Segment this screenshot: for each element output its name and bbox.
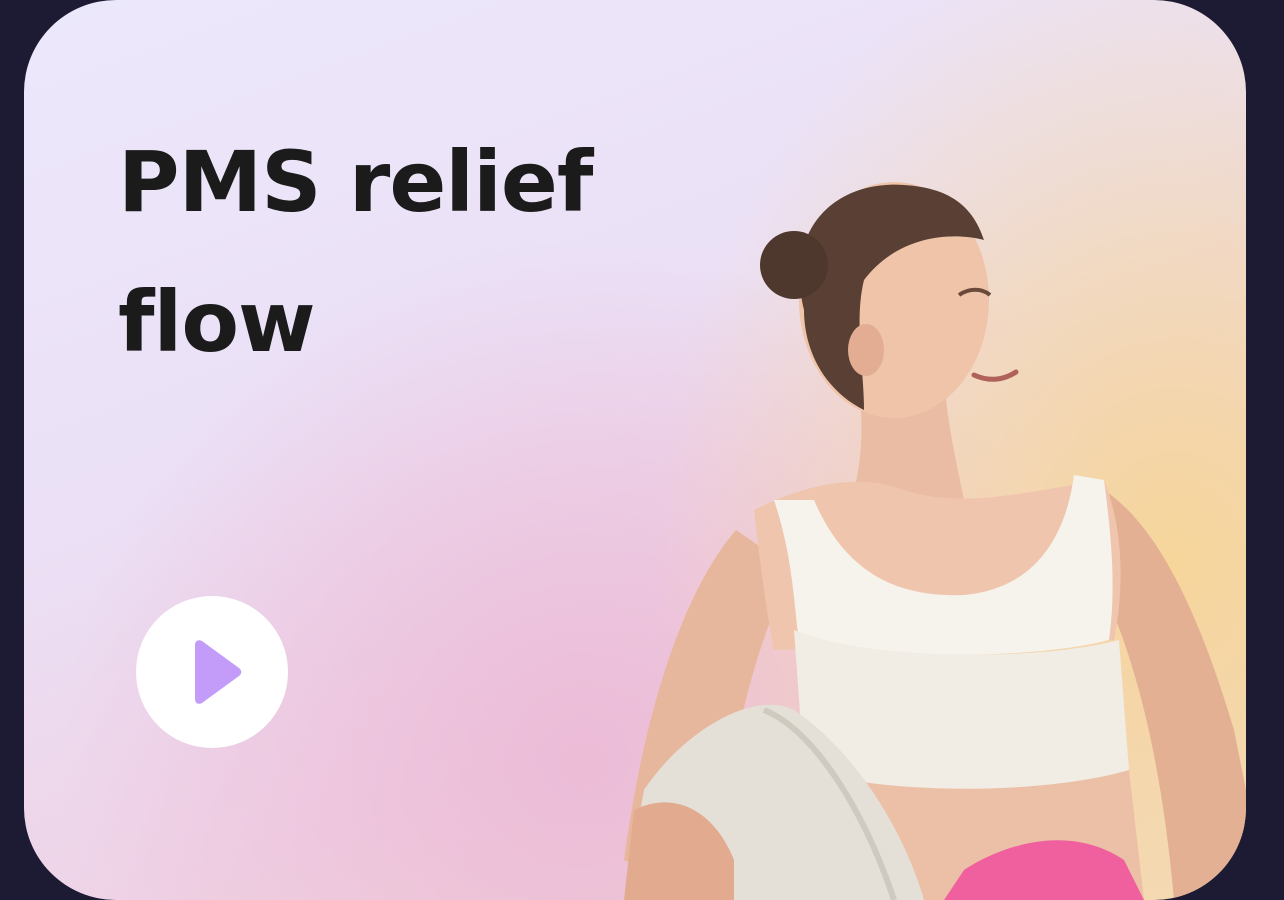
hair-bun — [760, 231, 828, 299]
workout-card[interactable]: PMS relief flow — [24, 0, 1246, 900]
ear — [848, 324, 884, 376]
play-button[interactable] — [136, 596, 288, 748]
woman-photo — [624, 182, 1246, 900]
play-icon — [195, 640, 242, 704]
